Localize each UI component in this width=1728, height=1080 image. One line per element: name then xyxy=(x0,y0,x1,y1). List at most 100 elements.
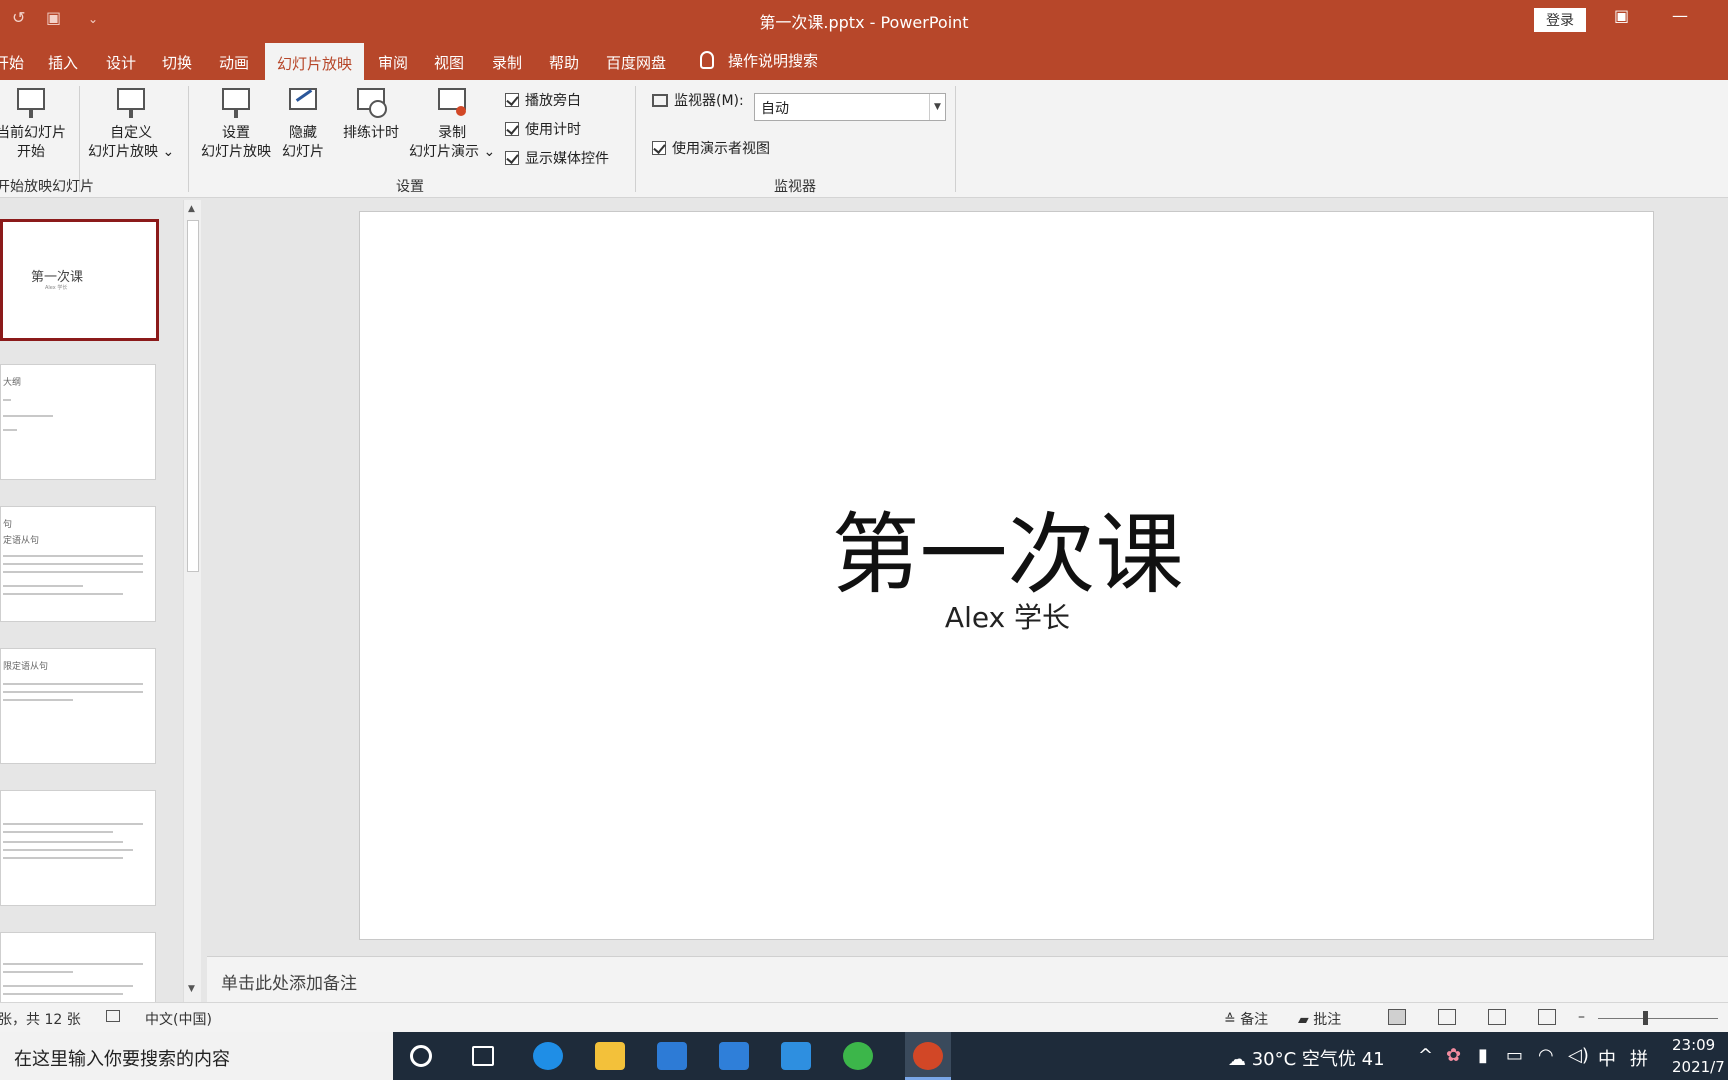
normal-view-icon[interactable] xyxy=(1388,1009,1406,1025)
mail-icon[interactable] xyxy=(719,1042,749,1070)
tab-transitions[interactable]: 切换 xyxy=(162,52,192,73)
tab-slideshow[interactable]: 幻灯片放映 xyxy=(265,43,365,80)
tab-animations[interactable]: 动画 xyxy=(219,52,249,73)
hide-slide-icon xyxy=(285,86,321,120)
presenter-view-label: 使用演示者视图 xyxy=(672,141,770,157)
monitor-icon xyxy=(652,94,668,107)
tab-insert[interactable]: 插入 xyxy=(48,52,78,73)
notes-pane[interactable]: 单击此处添加备注 xyxy=(207,956,1728,1002)
tab-review[interactable]: 审阅 xyxy=(378,52,408,73)
store-icon[interactable] xyxy=(657,1042,687,1070)
ribbon-tabs: 开始 插入 设计 切换 动画 幻灯片放映 审阅 视图 录制 帮助 百度网盘 操作… xyxy=(0,40,1728,80)
taskbar-clock[interactable]: 23:09 2021/7 xyxy=(1672,1034,1725,1078)
record-label-2: 幻灯片演示 ⌄ xyxy=(409,144,496,160)
play-narrations-checkbox[interactable]: 播放旁白 xyxy=(505,90,581,110)
thumb-4-title: 限定语从句 xyxy=(3,662,49,672)
zoom-out-icon[interactable]: – xyxy=(1578,1009,1585,1025)
wechat-icon[interactable] xyxy=(843,1042,873,1070)
setup-slideshow-button[interactable]: 设置 幻灯片放映 xyxy=(201,86,271,162)
setup-show-icon xyxy=(218,86,254,120)
record-slideshow-button[interactable]: 录制 幻灯片演示 ⌄ xyxy=(409,86,495,162)
title-bar: ↺ ▣ ⌄ 第一次课.pptx - PowerPoint 登录 ▣ — xyxy=(0,0,1728,40)
monitor-label-text: 监视器(M): xyxy=(674,93,744,109)
monitor-select[interactable]: 自动 ▼ xyxy=(754,93,946,121)
scroll-down-icon[interactable]: ▼ xyxy=(188,984,195,994)
thumbnail-slide-4[interactable]: 限定语从句 xyxy=(0,648,156,764)
tab-baidu[interactable]: 百度网盘 xyxy=(606,52,666,73)
accessibility-icon[interactable] xyxy=(106,1009,124,1025)
language-status[interactable]: 中文(中国) xyxy=(145,1009,212,1029)
taskbar-search-box[interactable]: 在这里输入你要搜索的内容 xyxy=(0,1032,393,1080)
thumbnail-slide-2[interactable]: 大纲 xyxy=(0,364,156,480)
powerpoint-icon xyxy=(913,1042,943,1070)
setup-group-label: 设置 xyxy=(396,179,424,195)
chevron-down-icon[interactable]: ▼ xyxy=(929,94,945,120)
slide-sorter-view-icon[interactable] xyxy=(1438,1009,1456,1025)
thumb-1-title: 第一次课 xyxy=(31,270,84,285)
rehearse-label: 排练计时 xyxy=(343,125,399,141)
minimize-icon[interactable]: — xyxy=(1672,6,1688,25)
feishu-icon[interactable] xyxy=(781,1042,811,1070)
slide-subtitle[interactable]: Alex 学长 xyxy=(360,596,1655,636)
ribbon-display-icon[interactable]: ▣ xyxy=(1614,6,1629,25)
presenter-view-checkbox[interactable]: 使用演示者视图 xyxy=(652,138,770,158)
tab-help[interactable]: 帮助 xyxy=(549,52,579,73)
scroll-up-icon[interactable]: ▲ xyxy=(188,204,195,214)
zoom-slider-handle[interactable] xyxy=(1643,1011,1648,1025)
comments-toggle-button[interactable]: ▰ 批注 xyxy=(1298,1009,1341,1029)
record-icon xyxy=(434,86,470,120)
microphone-icon[interactable]: ▮ xyxy=(1478,1045,1488,1066)
thumbnail-slide-1[interactable]: 第一次课 Alex 学长 xyxy=(0,219,159,341)
show-media-controls-checkbox[interactable]: 显示媒体控件 xyxy=(505,148,609,168)
rehearse-timings-button[interactable]: 排练计时 xyxy=(343,86,399,143)
weather-widget[interactable]: ☁ 30°C 空气优 41 xyxy=(1228,1045,1385,1071)
record-label-1: 录制 xyxy=(438,125,467,141)
custom-show-label-1: 自定义 xyxy=(110,125,153,141)
play-narrations-label: 播放旁白 xyxy=(525,93,581,109)
tab-design[interactable]: 设计 xyxy=(106,52,136,73)
wifi-icon[interactable]: ◠ xyxy=(1538,1045,1554,1066)
status-bar: 张，共 12 张 中文(中国) ≙ 备注 ▰ 批注 – xyxy=(0,1002,1728,1032)
taskbar-search-placeholder: 在这里输入你要搜索的内容 xyxy=(14,1049,230,1070)
thumbnail-slide-3[interactable]: 句 定语从句 xyxy=(0,506,156,622)
notes-toggle-button[interactable]: ≙ 备注 xyxy=(1224,1009,1268,1029)
slideshow-view-icon[interactable] xyxy=(1538,1009,1556,1025)
monitor-value: 自动 xyxy=(761,101,789,117)
setup-show-label-2: 幻灯片放映 xyxy=(201,144,271,160)
thumbnail-slide-6[interactable] xyxy=(0,932,156,1012)
custom-show-label-2: 幻灯片放映 ⌄ xyxy=(88,144,175,160)
edge-icon[interactable] xyxy=(533,1042,563,1070)
slide-title[interactable]: 第一次课 xyxy=(360,484,1655,611)
scrollbar-thumb[interactable] xyxy=(187,220,199,572)
setup-show-label-1: 设置 xyxy=(222,125,250,141)
ime-pinyin[interactable]: 拼 xyxy=(1630,1045,1648,1071)
monitor-group-label: 监视器 xyxy=(774,179,816,195)
thumbnails-scrollbar[interactable]: ▲ ▼ xyxy=(183,200,201,1002)
from-current-slide-button[interactable]: 当前幻灯片 开始 xyxy=(0,86,66,162)
zoom-slider[interactable] xyxy=(1598,1018,1718,1019)
tab-home[interactable]: 开始 xyxy=(0,52,24,73)
tab-record[interactable]: 录制 xyxy=(492,52,522,73)
custom-slideshow-button[interactable]: 自定义 幻灯片放映 ⌄ xyxy=(88,86,174,162)
tab-view[interactable]: 视图 xyxy=(434,52,464,73)
thumbnail-slide-5[interactable] xyxy=(0,790,156,906)
login-button[interactable]: 登录 xyxy=(1534,8,1586,32)
current-slide[interactable]: 第一次课 Alex 学长 xyxy=(359,211,1654,940)
tell-me-search[interactable]: 操作说明搜索 xyxy=(700,50,818,71)
show-hidden-icons-icon[interactable]: ^ xyxy=(1418,1045,1433,1066)
task-view-icon[interactable] xyxy=(472,1046,494,1066)
app-tray-icon[interactable]: ✿ xyxy=(1446,1045,1461,1066)
hide-slide-button[interactable]: 隐藏 幻灯片 xyxy=(282,86,324,162)
reading-view-icon[interactable] xyxy=(1488,1009,1506,1025)
use-timings-label: 使用计时 xyxy=(525,122,581,138)
slide-count: 张，共 12 张 xyxy=(0,1012,81,1028)
thumb-2-title: 大纲 xyxy=(3,378,22,388)
ime-mode[interactable]: 中 xyxy=(1598,1045,1616,1071)
hide-slide-label-2: 幻灯片 xyxy=(282,144,324,160)
volume-icon[interactable]: ◁) xyxy=(1568,1045,1589,1066)
battery-icon[interactable]: ▭ xyxy=(1506,1045,1523,1066)
monitor-label: 监视器(M): xyxy=(652,90,744,110)
use-timings-checkbox[interactable]: 使用计时 xyxy=(505,119,581,139)
file-explorer-icon[interactable] xyxy=(595,1042,625,1070)
cortana-icon[interactable] xyxy=(410,1045,432,1067)
